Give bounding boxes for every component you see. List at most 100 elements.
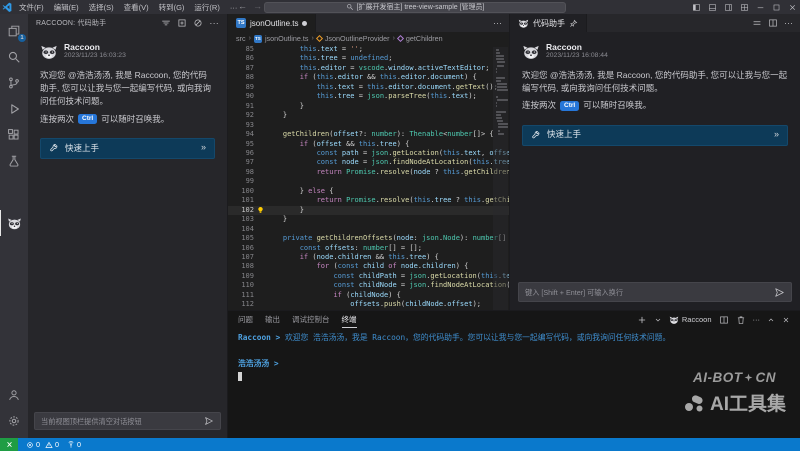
breadcrumb-file[interactable]: jsonOutline.ts [265,34,309,43]
editor-more-actions-icon[interactable]: ··· [493,18,502,28]
search-icon[interactable] [0,44,28,70]
code-line[interactable]: 106 const offsets: number[] = []; [228,244,509,253]
code-line[interactable]: 108 for (const child of node.children) { [228,262,509,271]
toggle-panel-icon[interactable] [704,0,720,14]
menu-item[interactable]: 转到(G) [154,2,190,13]
code-line[interactable]: 99 [228,177,509,186]
assistant-input-box[interactable] [518,282,792,302]
split-editor-icon[interactable] [768,18,778,28]
send-icon[interactable] [774,287,785,298]
code-line[interactable]: 101 return Promise.resolve(this.tree ? t… [228,196,509,205]
code-line[interactable]: 102 } [228,206,509,215]
source-control-icon[interactable] [0,70,28,96]
extensions-icon[interactable] [0,122,28,148]
code-line[interactable]: 97 const node = json.findNodeAtLocation(… [228,158,509,167]
code-line[interactable]: 109 const childPath = json.getLocation(t… [228,272,509,281]
line-number: 94 [228,130,254,139]
remote-indicator[interactable] [0,438,18,451]
code-line[interactable]: 87 this.editor = vscode.window.activeTex… [228,64,509,73]
split-terminal-icon[interactable] [719,315,729,325]
code-editor[interactable]: 85 this.text = '';86 this.tree = undefin… [228,45,509,310]
code-line[interactable]: 112 offsets.push(childNode.offset); [228,300,509,309]
customize-layout-icon[interactable] [736,0,752,14]
menu-item[interactable]: 选择(S) [84,2,119,13]
assistant-chat-input[interactable] [525,288,770,297]
panel-tab[interactable]: 输出 [265,312,280,328]
settings-gear-icon[interactable] [0,408,28,434]
menu-item[interactable]: 编辑(E) [49,2,84,13]
stop-icon[interactable] [193,18,203,28]
toggle-sidebar-icon[interactable] [688,0,704,14]
testing-beaker-icon[interactable] [0,148,28,174]
problems-indicator[interactable]: 0 0 [26,440,59,449]
code-line[interactable]: 107 if (node.children && this.tree) { [228,253,509,262]
code-line[interactable]: 92 } [228,111,509,120]
code-line[interactable]: 110 const childNode = json.findNodeAtLoc… [228,281,509,290]
breadcrumb-root[interactable]: src [236,34,246,43]
breadcrumb-symbol[interactable]: JsonOutlineProvider [325,34,390,43]
chevron-up-icon[interactable] [767,316,775,324]
more-actions-icon[interactable]: ··· [784,18,793,28]
list-icon[interactable] [752,18,762,28]
clear-all-icon[interactable] [161,18,171,28]
pin-icon[interactable] [569,19,578,28]
code-line[interactable]: 94 getChildren(offset?: number): Thenabl… [228,130,509,139]
new-terminal-icon[interactable] [637,315,647,325]
quickstart-button[interactable]: 快速上手 » [40,138,215,159]
message-author: Raccoon [64,42,126,52]
code-line[interactable]: 111 if (childNode) { [228,291,509,300]
more-actions-icon[interactable]: ··· [753,315,761,324]
toggle-secondary-sidebar-icon[interactable] [720,0,736,14]
code-line[interactable]: 91 } [228,102,509,111]
more-actions-icon[interactable]: ··· [209,21,219,25]
maximize-icon[interactable] [768,0,784,14]
gutter [254,281,266,290]
menu-item[interactable]: 文件(F) [14,2,49,13]
sidebar-input-box[interactable] [34,412,221,430]
chevron-down-icon[interactable] [654,316,662,324]
menu-item[interactable]: 运行(R) [189,2,224,13]
trash-icon[interactable] [736,315,746,325]
terminal-content[interactable]: Raccoon > 欢迎您 浩浩汤汤，我是 Raccoon，您的代码助手。您可以… [228,328,800,438]
run-debug-icon[interactable] [0,96,28,122]
code-line[interactable]: 89 this.text = this.editor.document.getT… [228,83,509,92]
menu-item[interactable]: 查看(V) [119,2,154,13]
terminal-profile[interactable]: Raccoon [669,315,712,325]
code-line[interactable]: 85 this.text = ''; [228,45,509,54]
send-icon[interactable] [204,416,214,426]
raccoon-icon[interactable] [0,210,28,236]
command-center-search[interactable]: [扩展开发宿主] tree-view-sample [管理员] [264,2,566,13]
account-icon[interactable] [0,382,28,408]
warning-count: 0 [55,440,59,449]
code-line[interactable]: 86 this.tree = undefined; [228,54,509,63]
code-line[interactable]: 90 this.tree = json.parseTree(this.text)… [228,92,509,101]
explorer-icon[interactable]: 1 [0,18,28,44]
code-line[interactable]: 96 const path = json.getLocation(this.te… [228,149,509,158]
panel-tab[interactable]: 问题 [238,312,253,328]
sidebar-chat-input[interactable] [41,417,200,426]
close-panel-icon[interactable] [782,316,790,324]
back-arrow-icon[interactable]: ← [238,1,247,11]
panel-tab[interactable]: 调试控制台 [292,312,330,328]
quickstart-button[interactable]: 快速上手 » [522,125,788,146]
code-line[interactable]: 103 } [228,215,509,224]
code-line[interactable]: 93 [228,121,509,130]
breadcrumb-member[interactable]: getChildren [406,34,443,43]
code-line[interactable]: 105 private getChildrenOffsets(node: jso… [228,234,509,243]
new-chat-icon[interactable] [177,18,187,28]
ports-indicator[interactable]: 0 [67,440,81,449]
tab-assistant[interactable]: 代码助手 [510,14,587,32]
dirty-indicator-icon[interactable] [302,21,307,26]
panel-tab[interactable]: 终端 [342,312,357,328]
forward-arrow-icon[interactable]: → [253,1,262,11]
code-line[interactable]: 104 [228,225,509,234]
code-line[interactable]: 95 if (offset && this.tree) { [228,140,509,149]
minimap[interactable] [493,47,508,310]
lightbulb-icon[interactable] [254,206,266,215]
code-line[interactable]: 98 return Promise.resolve(node ? this.ge… [228,168,509,177]
minimize-icon[interactable] [752,0,768,14]
code-line[interactable]: 88 if (this.editor && this.editor.docume… [228,73,509,82]
tab-jsonoutline[interactable]: TS jsonOutline.ts [228,14,316,32]
code-line[interactable]: 100 } else { [228,187,509,196]
close-icon[interactable] [784,0,800,14]
